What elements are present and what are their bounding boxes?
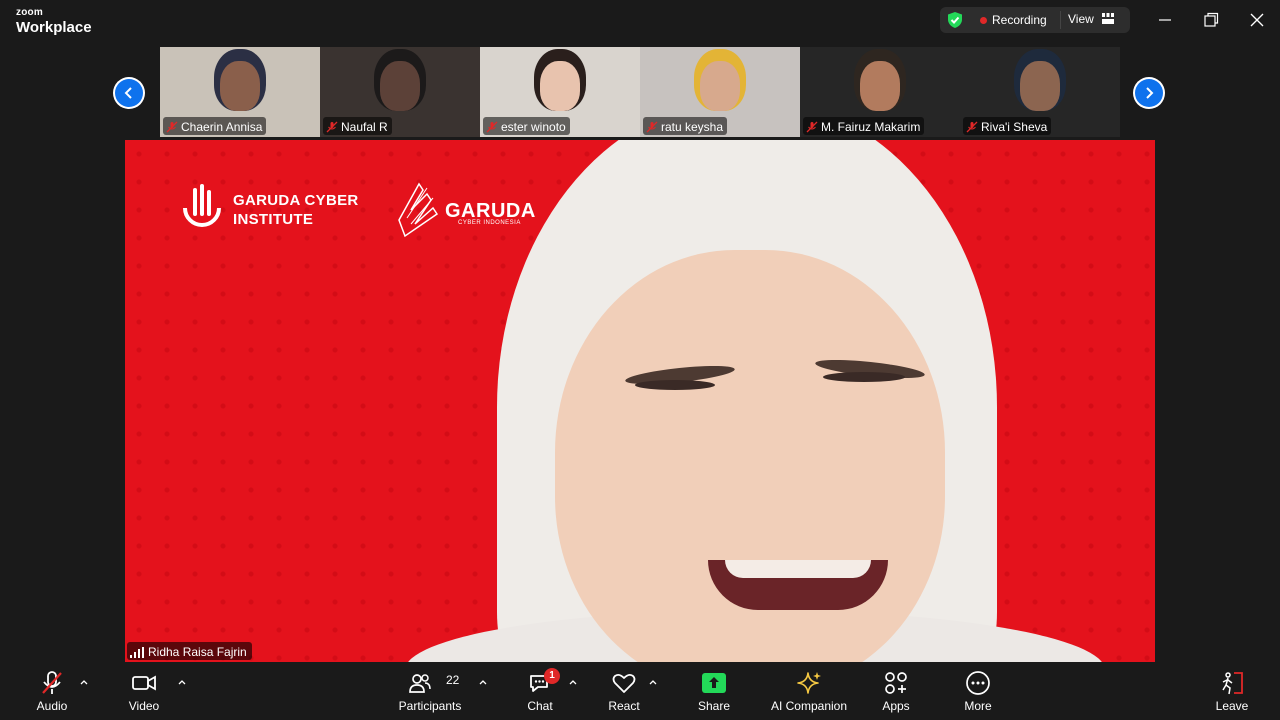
participant-name-tag: ratu keysha xyxy=(643,117,728,135)
garuda-bird-logo-icon xyxy=(398,182,439,238)
video-label: Video xyxy=(128,699,160,713)
speaker-name: Ridha Raisa Fajrin xyxy=(148,645,247,659)
participant-name: Naufal R xyxy=(341,119,388,134)
participant-tile[interactable]: Chaerin Annisa xyxy=(160,47,320,137)
participant-tile[interactable]: ester winoto xyxy=(480,47,640,137)
react-button[interactable]: React xyxy=(596,662,652,720)
grid-view-icon[interactable] xyxy=(1102,13,1114,24)
divider xyxy=(1060,11,1061,29)
audio-label: Audio xyxy=(36,699,68,713)
apps-label: Apps xyxy=(882,699,910,713)
view-button[interactable]: View xyxy=(1068,12,1094,26)
share-button[interactable]: Share xyxy=(686,662,742,720)
garuda-cyber-institute-logo xyxy=(183,184,221,227)
mic-muted-icon xyxy=(646,121,658,132)
chat-button[interactable]: 1 Chat xyxy=(510,662,570,720)
chat-unread-badge: 1 xyxy=(544,668,560,684)
chat-options-chevron-up-icon[interactable] xyxy=(568,678,578,686)
participant-strip: Chaerin Annisa Naufal R ester winoto rat… xyxy=(160,47,1120,137)
participant-video xyxy=(380,61,420,111)
next-participants-button[interactable] xyxy=(1133,77,1165,109)
ai-companion-label: AI Companion xyxy=(770,699,848,713)
more-options-icon xyxy=(966,671,990,695)
participants-icon xyxy=(409,674,431,693)
prev-participants-button[interactable] xyxy=(113,77,145,109)
participant-video xyxy=(700,61,740,111)
security-shield-icon[interactable] xyxy=(946,11,964,29)
participant-tile[interactable]: M. Fairuz Makarim xyxy=(800,47,960,137)
leave-label: Leave xyxy=(1215,699,1249,713)
participant-video xyxy=(1020,61,1060,111)
video-camera-icon xyxy=(132,675,156,691)
video-button[interactable]: Video xyxy=(112,662,176,720)
apps-icon xyxy=(885,672,907,694)
participant-tile[interactable]: Riva'i Sheva xyxy=(960,47,1120,137)
chevron-right-icon xyxy=(1146,87,1154,99)
heart-react-icon xyxy=(612,673,636,693)
ai-sparkle-icon xyxy=(797,672,821,694)
share-label: Share xyxy=(697,699,731,713)
logo-text: GARUDA CYBER INSTITUTE xyxy=(233,191,359,229)
participant-name: M. Fairuz Makarim xyxy=(821,119,921,134)
participants-options-chevron-up-icon[interactable] xyxy=(478,678,488,686)
apps-button[interactable]: Apps xyxy=(870,662,922,720)
mic-muted-icon xyxy=(326,121,338,132)
mic-muted-icon xyxy=(166,121,178,132)
participant-name-tag: Riva'i Sheva xyxy=(963,117,1052,135)
active-speaker-video[interactable]: GARUDA CYBER INSTITUTE GARUDA CYBER INDO… xyxy=(125,140,1155,662)
app-logo: zoom Workplace xyxy=(16,7,92,36)
chevron-left-icon xyxy=(124,87,132,99)
brand-zoom: zoom xyxy=(16,7,43,18)
mic-muted-icon xyxy=(966,121,978,132)
participant-name-tag: Chaerin Annisa xyxy=(163,117,267,135)
recording-status-group: Recording View xyxy=(940,7,1130,33)
recording-dot-icon xyxy=(980,17,987,24)
garuda-logo-subtitle: CYBER INDONESIA xyxy=(458,220,521,226)
speaker-eye xyxy=(635,380,715,390)
chat-label: Chat xyxy=(527,699,553,713)
audio-options-chevron-up-icon[interactable] xyxy=(79,678,89,686)
participant-name: ratu keysha xyxy=(661,119,724,134)
title-bar: zoom Workplace Recording View xyxy=(0,0,1280,44)
mic-muted-icon xyxy=(42,671,62,694)
speaker-name-tag: Ridha Raisa Fajrin xyxy=(127,642,252,660)
participants-label: Participants xyxy=(398,699,462,713)
logo-line-1: GARUDA CYBER xyxy=(233,192,359,209)
mic-muted-icon xyxy=(486,121,498,132)
close-icon[interactable] xyxy=(1247,10,1267,30)
leave-door-icon xyxy=(1222,672,1243,695)
audio-button[interactable]: Audio xyxy=(20,662,84,720)
participant-video xyxy=(540,61,580,111)
participant-name-tag: M. Fairuz Makarim xyxy=(803,117,925,135)
participant-video xyxy=(220,61,260,111)
react-options-chevron-up-icon[interactable] xyxy=(648,678,658,686)
speaker-teeth xyxy=(725,560,871,578)
restore-icon[interactable] xyxy=(1201,10,1221,30)
react-label: React xyxy=(608,699,640,713)
logo-line-2: INSTITUTE xyxy=(233,211,314,228)
meeting-toolbar: Audio Video 22 Participants 1 Chat React… xyxy=(0,662,1280,720)
participant-name-tag: ester winoto xyxy=(483,117,570,135)
participant-name: ester winoto xyxy=(501,119,566,134)
participants-count: 22 xyxy=(446,673,460,687)
mic-muted-icon xyxy=(806,121,818,132)
ai-companion-button[interactable]: AI Companion xyxy=(764,662,854,720)
brand-workplace: Workplace xyxy=(16,19,92,36)
speaker-eye xyxy=(823,372,905,382)
participant-tile[interactable]: ratu keysha xyxy=(640,47,800,137)
video-options-chevron-up-icon[interactable] xyxy=(177,678,187,686)
participant-tile[interactable]: Naufal R xyxy=(320,47,480,137)
participant-name: Chaerin Annisa xyxy=(181,119,263,134)
minimize-icon[interactable] xyxy=(1155,10,1175,30)
participants-button[interactable]: 22 Participants xyxy=(390,662,470,720)
participant-video xyxy=(860,61,900,111)
participant-name-tag: Naufal R xyxy=(323,117,392,135)
signal-strength-icon xyxy=(130,646,144,658)
participant-name: Riva'i Sheva xyxy=(981,119,1048,134)
leave-button[interactable]: Leave xyxy=(1206,662,1258,720)
share-screen-icon xyxy=(702,673,726,693)
more-label: More xyxy=(964,699,992,713)
recording-label[interactable]: Recording xyxy=(992,13,1047,27)
more-button[interactable]: More xyxy=(952,662,1004,720)
